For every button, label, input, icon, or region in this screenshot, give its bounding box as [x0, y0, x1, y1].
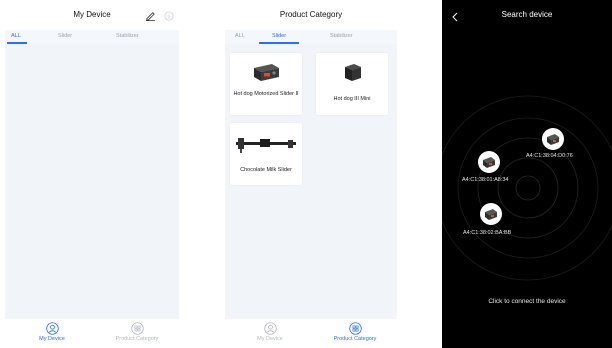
product-card[interactable]: Hot dog Motorized Slider II — [230, 53, 302, 115]
device-address[interactable]: A4:C1:38:02:BA:BB — [463, 230, 511, 236]
motorized-slider-icon — [230, 59, 302, 85]
product-card[interactable]: Chocolate Milk Slider — [230, 123, 302, 185]
product-category-screen: Product Category ALL Slider Stabilizer H… — [222, 0, 400, 348]
edit-icon[interactable] — [145, 8, 156, 26]
device-icon — [485, 209, 497, 220]
bottom-nav: My Device Product Category — [2, 320, 182, 348]
tab-slider[interactable]: Slider — [272, 33, 286, 39]
tab-stabilizer[interactable]: Stabilizer — [330, 33, 353, 39]
nav-my-device[interactable]: My Device — [230, 322, 310, 342]
nav-label: My Device — [257, 336, 283, 342]
bottom-nav: My Device Product Category — [222, 320, 400, 348]
nav-label: Product Category — [115, 336, 159, 342]
nav-product-category[interactable]: Product Category — [315, 322, 395, 342]
rail-slider-icon — [230, 133, 302, 157]
device-bubble[interactable] — [478, 151, 500, 173]
product-name: Hot dog III Mini — [333, 96, 371, 102]
device-icon — [547, 134, 559, 145]
category-tabs: ALL Slider Stabilizer — [225, 30, 397, 44]
user-icon — [45, 322, 59, 335]
header: My Device — [2, 0, 182, 30]
category-icon — [130, 322, 144, 335]
header: Product Category — [222, 0, 400, 30]
device-address[interactable]: A4:C1:38:04:D0:76 — [526, 153, 573, 159]
nav-product-category[interactable]: Product Category — [97, 322, 177, 342]
tab-all[interactable]: ALL — [235, 33, 245, 39]
info-icon[interactable] — [164, 8, 174, 26]
page-title: Product Category — [279, 10, 343, 19]
tab-slider[interactable]: Slider — [58, 33, 72, 39]
nav-label: My Device — [39, 336, 65, 342]
product-grid: Hot dog Motorized Slider II Hot dog III … — [225, 44, 397, 319]
tab-stabilizer[interactable]: Stabilizer — [116, 33, 139, 39]
product-name: Chocolate Milk Slider — [240, 167, 292, 173]
category-icon — [348, 322, 362, 335]
product-card[interactable]: Hot dog III Mini — [316, 53, 388, 115]
nav-label: Product Category — [333, 336, 377, 342]
device-icon — [483, 157, 495, 168]
mini-slider-icon — [316, 59, 388, 85]
my-device-screen: My Device ALL Slider Stabilizer My Devic… — [2, 0, 182, 348]
category-tabs: ALL Slider Stabilizer — [5, 30, 179, 44]
nav-my-device[interactable]: My Device — [12, 322, 92, 342]
page-title: Search device — [501, 10, 553, 19]
device-address[interactable]: A4:C1:38:01:A8:34 — [462, 177, 508, 183]
device-bubble[interactable] — [542, 128, 564, 150]
device-bubble[interactable] — [480, 203, 502, 225]
product-name: Hot dog Motorized Slider II — [233, 91, 299, 97]
user-icon — [263, 322, 277, 335]
tab-all[interactable]: ALL — [11, 33, 21, 39]
connect-hint: Click to connect the device — [488, 298, 566, 305]
search-device-screen: Search device A4:C1:38:04:D0:76 A4:C1:38… — [442, 0, 612, 348]
device-list — [5, 44, 179, 319]
